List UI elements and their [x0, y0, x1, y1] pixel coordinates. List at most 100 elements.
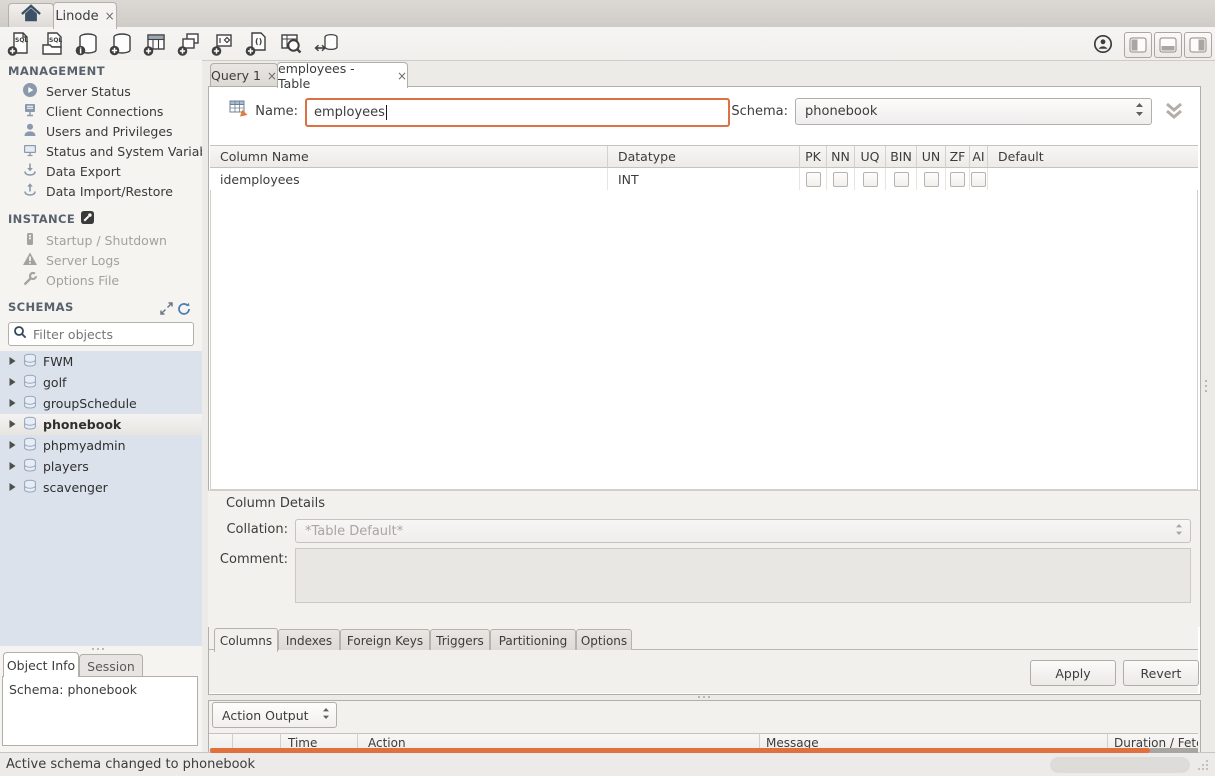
checkbox-pk[interactable]: [806, 172, 821, 187]
cell-default[interactable]: [988, 168, 1198, 190]
sidebar-item-client-connections[interactable]: Client Connections: [0, 101, 202, 121]
close-icon[interactable]: ×: [267, 69, 277, 83]
cell-datatype[interactable]: INT: [608, 168, 800, 190]
connection-tab-linode[interactable]: Linode ×: [53, 2, 117, 29]
sidebar-item-server-logs[interactable]: Server Logs: [0, 250, 202, 270]
resize-grip-icon[interactable]: [1196, 758, 1210, 776]
checkbox-bin[interactable]: [894, 172, 909, 187]
col-header-default[interactable]: Default: [988, 145, 1198, 168]
search-table-data-icon[interactable]: [277, 30, 305, 57]
sidebar-splitter[interactable]: [92, 648, 104, 650]
checkbox-uq[interactable]: [863, 172, 878, 187]
col-header-un[interactable]: UN: [917, 145, 946, 168]
close-icon[interactable]: ×: [105, 9, 115, 23]
expander-icon[interactable]: [8, 354, 17, 369]
col-header-zf[interactable]: ZF: [946, 145, 970, 168]
output-selector[interactable]: Action Output: [212, 702, 337, 728]
table-name-input[interactable]: employees: [305, 98, 730, 127]
new-function-icon[interactable]: (): [243, 30, 271, 57]
checkbox-un[interactable]: [924, 172, 939, 187]
server-logs-icon: [22, 251, 38, 270]
sidebar-item-users-privileges[interactable]: Users and Privileges: [0, 121, 202, 141]
comment-textarea[interactable]: [295, 548, 1191, 603]
expander-icon[interactable]: [8, 480, 17, 495]
sidebar-item-data-import[interactable]: Data Import/Restore: [0, 181, 202, 201]
col-header-column-name[interactable]: Column Name: [210, 145, 608, 168]
sidebar-item-system-variables[interactable]: Status and System Variables: [0, 141, 202, 161]
checkbox-zf[interactable]: [950, 172, 965, 187]
new-schema-icon[interactable]: [107, 30, 135, 57]
svg-text:SQL: SQL: [15, 37, 28, 44]
col-header-nn[interactable]: NN: [827, 145, 855, 168]
col-header-datatype[interactable]: Datatype: [608, 145, 800, 168]
cell-flag-bin: [886, 168, 917, 190]
tab-columns[interactable]: Columns: [214, 628, 278, 652]
collation-select[interactable]: *Table Default*: [295, 519, 1191, 543]
revert-button[interactable]: Revert: [1123, 660, 1199, 686]
new-table-icon[interactable]: [141, 30, 169, 57]
schema-item-phonebook[interactable]: phonebook: [0, 414, 202, 435]
tab-indexes[interactable]: Indexes: [278, 629, 340, 652]
sidebar-item-data-export[interactable]: Data Export: [0, 161, 202, 181]
tab-session[interactable]: Session: [79, 654, 143, 677]
schema-filter[interactable]: [8, 322, 194, 346]
reconnect-dbms-icon[interactable]: [313, 30, 341, 57]
col-header-uq[interactable]: UQ: [855, 145, 886, 168]
col-header-bin[interactable]: BIN: [886, 145, 917, 168]
schema-item-scavenger[interactable]: scavenger: [0, 477, 202, 498]
refresh-schemas-icon[interactable]: [177, 302, 191, 320]
schema-item-players[interactable]: players: [0, 456, 202, 477]
output-splitter[interactable]: [698, 696, 710, 698]
tab-options[interactable]: Options: [576, 629, 632, 652]
apply-button[interactable]: Apply: [1030, 660, 1116, 686]
columns-grid: [210, 145, 1198, 490]
spinner-icon[interactable]: [1135, 102, 1151, 121]
toggle-right-panel-icon[interactable]: [1184, 32, 1212, 58]
close-icon[interactable]: ×: [397, 69, 407, 83]
sidebar-item-server-status[interactable]: Server Status: [0, 81, 202, 101]
mysql-workbench-window: Linode × SQL SQL i () MA: [0, 0, 1215, 776]
tab-foreign-keys[interactable]: Foreign Keys: [340, 629, 430, 652]
toggle-bottom-panel-icon[interactable]: [1154, 32, 1182, 58]
checkbox-nn[interactable]: [833, 172, 848, 187]
expander-icon[interactable]: [8, 396, 17, 411]
tab-triggers[interactable]: Triggers: [430, 629, 490, 652]
tab-partitioning[interactable]: Partitioning: [490, 629, 576, 652]
output-scrollbar-trough[interactable]: [1150, 748, 1198, 753]
tab-query-1[interactable]: Query 1 ×: [210, 63, 278, 88]
right-splitter[interactable]: [1205, 380, 1207, 392]
toggle-left-panel-icon[interactable]: [1124, 32, 1152, 58]
schema-icon: [23, 374, 37, 392]
home-tab[interactable]: [8, 3, 54, 28]
schema-item-phpmyadmin[interactable]: phpmyadmin: [0, 435, 202, 456]
expand-schemas-icon[interactable]: [160, 302, 173, 319]
db-inspector-icon[interactable]: i: [73, 30, 101, 57]
schema-item-groupschedule[interactable]: groupSchedule: [0, 393, 202, 414]
expander-icon[interactable]: [8, 375, 17, 390]
tab-object-info[interactable]: Object Info: [3, 652, 79, 677]
cell-flag-zf: [946, 168, 970, 190]
schema-item-golf[interactable]: golf: [0, 372, 202, 393]
expander-icon[interactable]: [8, 438, 17, 453]
admin-status-icon[interactable]: [1093, 34, 1113, 58]
col-header-ai[interactable]: AI: [970, 145, 988, 168]
schema-icon: [23, 353, 37, 371]
new-sql-tab-icon[interactable]: SQL: [5, 30, 33, 57]
tab-employees-table[interactable]: employees - Table ×: [277, 62, 408, 88]
sidebar-item-options-file[interactable]: Options File: [0, 270, 202, 290]
cell-column-name[interactable]: idemployees: [210, 168, 608, 190]
spinner-icon[interactable]: [322, 707, 336, 724]
checkbox-ai[interactable]: [971, 172, 986, 187]
new-view-icon[interactable]: [175, 30, 203, 57]
sidebar-item-startup-shutdown[interactable]: Startup / Shutdown: [0, 230, 202, 250]
schema-filter-input[interactable]: [31, 326, 189, 343]
schema-select[interactable]: phonebook: [795, 98, 1152, 125]
expander-icon[interactable]: [8, 417, 17, 432]
schema-item-fwm[interactable]: FWM: [0, 351, 202, 372]
new-procedure-icon[interactable]: [209, 30, 237, 57]
expand-form-chevrons-icon[interactable]: [1162, 101, 1186, 125]
expander-icon[interactable]: [8, 459, 17, 474]
output-horizontal-scrollbar[interactable]: [210, 748, 1150, 753]
col-header-pk[interactable]: PK: [800, 145, 827, 168]
open-sql-script-icon[interactable]: SQL: [39, 30, 67, 57]
